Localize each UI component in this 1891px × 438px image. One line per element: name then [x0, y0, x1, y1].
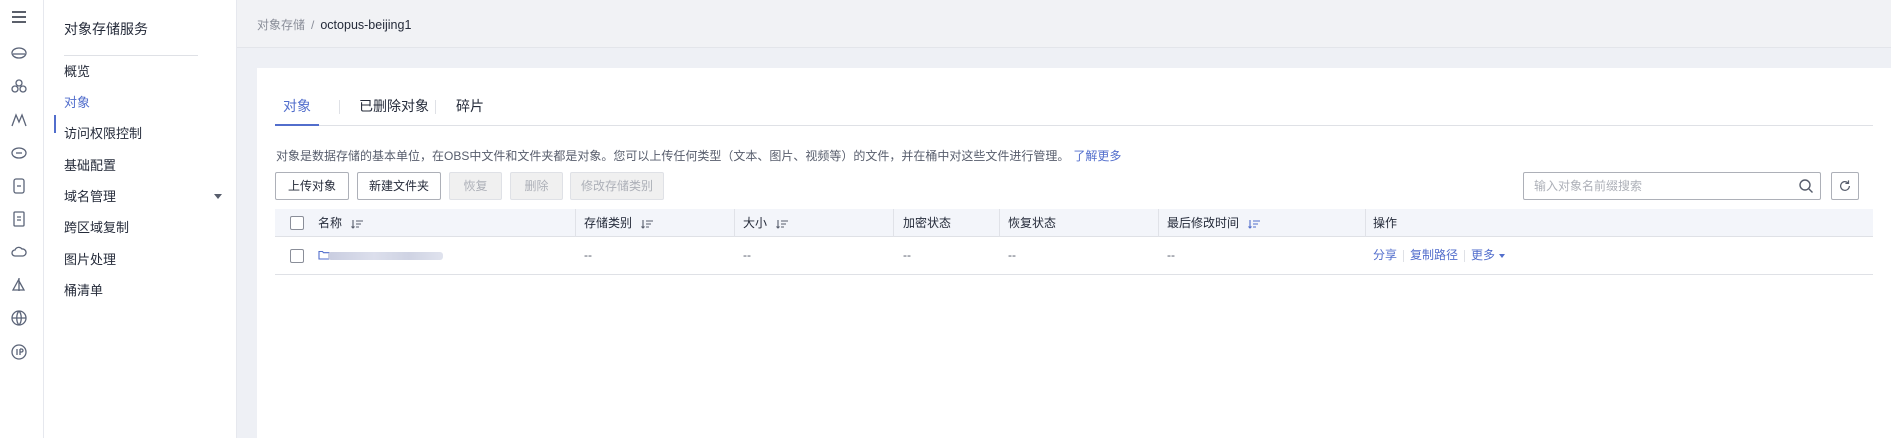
column-divider	[575, 209, 576, 237]
sail-icon[interactable]	[9, 275, 29, 295]
column-header-restore-status: 恢复状态	[1008, 216, 1057, 230]
more-label: 更多	[1471, 248, 1496, 262]
description-text: 对象是数据存储的基本单位，在OBS中文件和文件夹都是对象。您可以上传任何类型（文…	[276, 149, 1070, 163]
sidebar-item-inventory[interactable]: 桶清单	[64, 281, 224, 301]
main-panel: 对象 已删除对象 碎片 对象是数据存储的基本单位，在OBS中文件和文件夹都是对象…	[257, 68, 1891, 438]
document-icon[interactable]	[9, 209, 29, 229]
row-checkbox[interactable]	[290, 249, 304, 263]
sidebar-item-access-control[interactable]: 访问权限控制	[64, 124, 224, 144]
sort-icon[interactable]	[641, 219, 654, 229]
sidebar-item-basic-config[interactable]: 基础配置	[64, 156, 224, 176]
tab-bar: 对象 已删除对象 碎片	[275, 90, 1873, 126]
upload-object-button[interactable]: 上传对象	[275, 172, 349, 200]
tab-deleted-objects[interactable]: 已删除对象	[359, 90, 429, 126]
tab-fragments[interactable]: 碎片	[456, 90, 484, 126]
breadcrumb-separator: /	[311, 18, 315, 32]
cdn-icon[interactable]	[9, 143, 29, 163]
learn-more-link[interactable]: 了解更多	[1073, 149, 1121, 163]
column-divider	[1365, 209, 1366, 237]
column-header-storage-class[interactable]: 存储类别	[584, 209, 654, 237]
sidebar-divider	[64, 55, 198, 56]
header-bar: 对象存储 / octopus-beijing1	[237, 0, 1891, 48]
more-dropdown[interactable]: 更多	[1471, 248, 1506, 262]
new-folder-button[interactable]: 新建文件夹	[357, 172, 441, 200]
column-label: 名称	[318, 216, 343, 230]
tab-divider	[339, 100, 340, 114]
sort-icon[interactable]	[1248, 219, 1261, 229]
delete-button[interactable]: 删除	[510, 172, 563, 200]
action-divider	[1403, 249, 1405, 262]
sidebar-item-image-processing[interactable]: 图片处理	[64, 250, 224, 270]
table-header: 名称 存储类别 大小 加密状态 恢复状态 最后修改时间 操作	[275, 209, 1873, 237]
active-indicator	[54, 115, 56, 133]
cloud-disk-icon[interactable]	[9, 43, 29, 63]
cell-size: --	[743, 248, 751, 262]
cell-restore-status: --	[1008, 248, 1016, 262]
globe-icon[interactable]	[9, 308, 29, 328]
restore-button[interactable]: 恢复	[449, 172, 502, 200]
column-header-name[interactable]: 名称	[318, 209, 364, 237]
chevron-down-icon	[1499, 253, 1506, 258]
ip-icon[interactable]	[9, 342, 29, 362]
menu-icon[interactable]	[9, 7, 29, 27]
storage-icon[interactable]	[9, 176, 29, 196]
share-link[interactable]: 分享	[1373, 248, 1397, 262]
column-divider	[999, 209, 1000, 237]
sort-icon[interactable]	[776, 219, 789, 229]
column-divider	[1158, 209, 1159, 237]
tab-objects[interactable]: 对象	[275, 90, 319, 126]
search-box	[1523, 172, 1821, 200]
sort-icon[interactable]	[351, 219, 364, 229]
copy-path-link[interactable]: 复制路径	[1410, 248, 1458, 262]
sidebar: 对象存储服务 概览 对象 访问权限控制 基础配置 域名管理 跨区域复制 图片处理…	[44, 0, 237, 438]
sidebar-item-domain[interactable]: 域名管理	[64, 187, 224, 207]
column-header-last-modified[interactable]: 最后修改时间	[1167, 209, 1261, 237]
cloud-icon[interactable]	[9, 242, 29, 262]
column-header-encryption: 加密状态	[903, 216, 952, 230]
column-divider	[893, 209, 894, 237]
cell-encryption: --	[903, 248, 911, 262]
sidebar-title: 对象存储服务	[64, 21, 148, 37]
tab-divider	[435, 100, 436, 114]
column-label: 大小	[743, 216, 768, 230]
sidebar-item-overview[interactable]: 概览	[64, 62, 224, 82]
breadcrumb: 对象存储 / octopus-beijing1	[257, 16, 411, 33]
mountain-icon[interactable]	[9, 110, 29, 130]
column-label: 最后修改时间	[1167, 216, 1240, 230]
cell-storage-class: --	[584, 248, 592, 262]
search-input[interactable]	[1524, 173, 1774, 199]
refresh-icon	[1840, 180, 1850, 191]
column-divider	[734, 209, 735, 237]
column-header-actions: 操作	[1373, 216, 1398, 230]
column-label: 存储类别	[584, 216, 633, 230]
refresh-button[interactable]	[1831, 172, 1859, 200]
row-actions: 分享 复制路径 更多	[1373, 237, 1506, 274]
breadcrumb-current: octopus-beijing1	[320, 18, 412, 32]
description: 对象是数据存储的基本单位，在OBS中文件和文件夹都是对象。您可以上传任何类型（文…	[276, 147, 1121, 164]
cloud-group-icon[interactable]	[9, 76, 29, 96]
cell-last-modified: --	[1167, 248, 1175, 262]
sidebar-item-objects[interactable]: 对象	[64, 93, 224, 113]
breadcrumb-root[interactable]: 对象存储	[257, 18, 305, 32]
action-divider	[1464, 249, 1466, 262]
column-header-size[interactable]: 大小	[743, 209, 789, 237]
service-icon-rail	[0, 0, 44, 438]
sidebar-item-replication[interactable]: 跨区域复制	[64, 218, 224, 238]
select-all-checkbox[interactable]	[290, 216, 304, 230]
object-name-link[interactable]	[328, 252, 443, 260]
change-storage-class-button[interactable]: 修改存储类别	[570, 172, 664, 200]
search-icon[interactable]	[1798, 178, 1814, 194]
table-row[interactable]: -- -- -- -- -- 分享 复制路径 更多	[275, 237, 1873, 275]
